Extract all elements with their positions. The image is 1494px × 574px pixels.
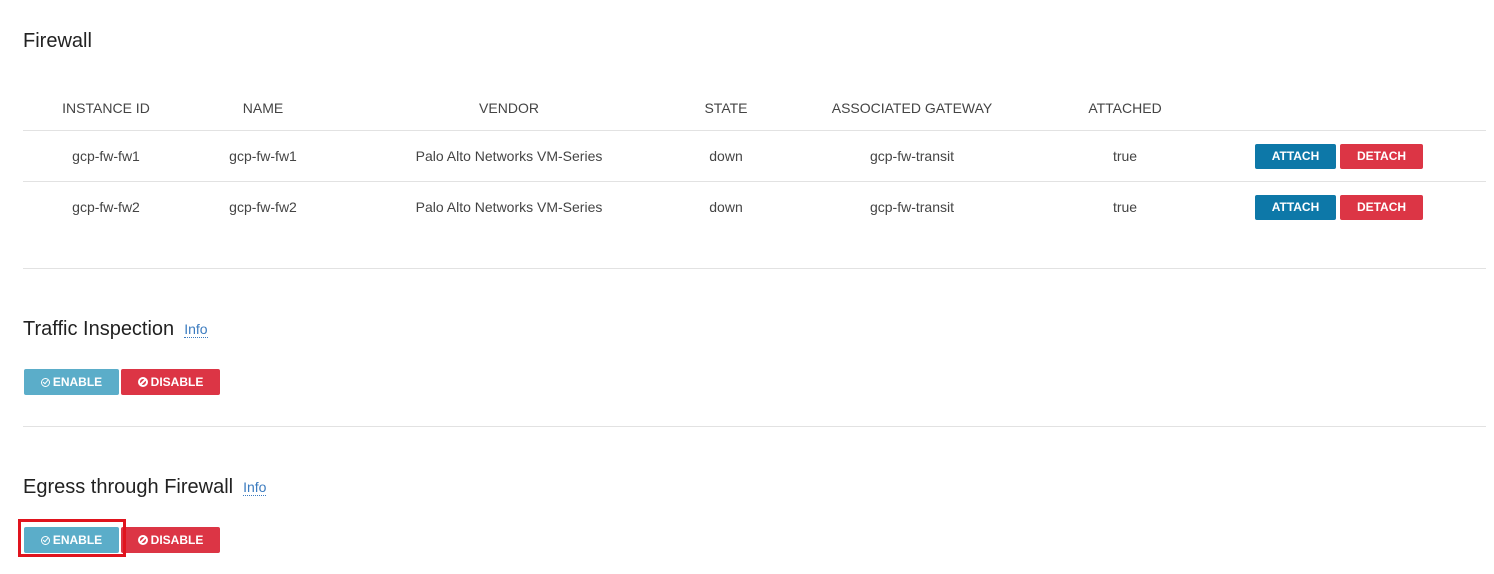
cell-actions: ATTACH DETACH — [1197, 181, 1486, 232]
egress-info-link[interactable]: Info — [243, 479, 267, 496]
egress-title: Egress through Firewall Info — [23, 475, 267, 500]
traffic-inspection-disable-button[interactable]: DISABLE — [121, 369, 220, 395]
column-header-attached[interactable]: ATTACHED — [1053, 86, 1197, 131]
firewall-settings-page: Firewall INSTANCE ID NAME VENDOR STATE A… — [0, 0, 1494, 574]
cell-vendor: Palo Alto Networks VM-Series — [337, 181, 681, 232]
traffic-inspection-enable-button[interactable]: ENABLE — [24, 369, 119, 395]
cell-instance-id: gcp-fw-fw2 — [23, 181, 189, 232]
ban-icon — [137, 376, 148, 387]
column-header-state[interactable]: STATE — [681, 86, 771, 131]
cell-vendor: Palo Alto Networks VM-Series — [337, 130, 681, 182]
ban-icon — [137, 534, 148, 545]
cell-attached: true — [1053, 130, 1197, 182]
column-header-instance-id[interactable]: INSTANCE ID — [23, 86, 189, 131]
column-header-vendor[interactable]: VENDOR — [337, 86, 681, 131]
traffic-inspection-title: Traffic Inspection Info — [23, 317, 208, 342]
cell-name: gcp-fw-fw2 — [189, 181, 337, 232]
attach-button[interactable]: ATTACH — [1255, 194, 1336, 220]
cell-state: down — [681, 181, 771, 232]
table-row: gcp-fw-fw2 gcp-fw-fw2 Palo Alto Networks… — [23, 181, 1486, 232]
traffic-inspection-info-link[interactable]: Info — [184, 321, 208, 338]
firewall-table: INSTANCE ID NAME VENDOR STATE ASSOCIATED… — [23, 86, 1486, 232]
egress-disable-button[interactable]: DISABLE — [121, 527, 220, 553]
section-divider — [23, 426, 1486, 427]
check-circle-icon — [40, 377, 50, 387]
column-header-associated-gateway[interactable]: ASSOCIATED GATEWAY — [771, 86, 1053, 131]
section-divider — [23, 268, 1486, 269]
traffic-inspection-title-text: Traffic Inspection — [23, 318, 175, 340]
enable-label: ENABLE — [52, 374, 103, 389]
cell-associated-gateway: gcp-fw-transit — [771, 130, 1053, 182]
column-header-actions — [1197, 86, 1486, 131]
cell-actions: ATTACH DETACH — [1197, 130, 1486, 182]
detach-button[interactable]: DETACH — [1340, 194, 1423, 220]
traffic-inspection-toggle-group: ENABLE DISABLE — [24, 369, 220, 395]
cell-instance-id: gcp-fw-fw1 — [23, 130, 189, 182]
table-header-row: INSTANCE ID NAME VENDOR STATE ASSOCIATED… — [23, 86, 1486, 131]
highlight-annotation — [18, 519, 126, 557]
cell-name: gcp-fw-fw1 — [189, 130, 337, 182]
attach-button[interactable]: ATTACH — [1255, 143, 1336, 169]
detach-button[interactable]: DETACH — [1340, 143, 1423, 169]
cell-attached: true — [1053, 181, 1197, 232]
egress-title-text: Egress through Firewall — [23, 476, 234, 498]
disable-label: DISABLE — [150, 374, 204, 389]
table-row: gcp-fw-fw1 gcp-fw-fw1 Palo Alto Networks… — [23, 130, 1486, 182]
cell-state: down — [681, 130, 771, 182]
cell-associated-gateway: gcp-fw-transit — [771, 181, 1053, 232]
column-header-name[interactable]: NAME — [189, 86, 337, 131]
disable-label: DISABLE — [150, 532, 204, 547]
firewall-section-title: Firewall — [23, 30, 92, 52]
